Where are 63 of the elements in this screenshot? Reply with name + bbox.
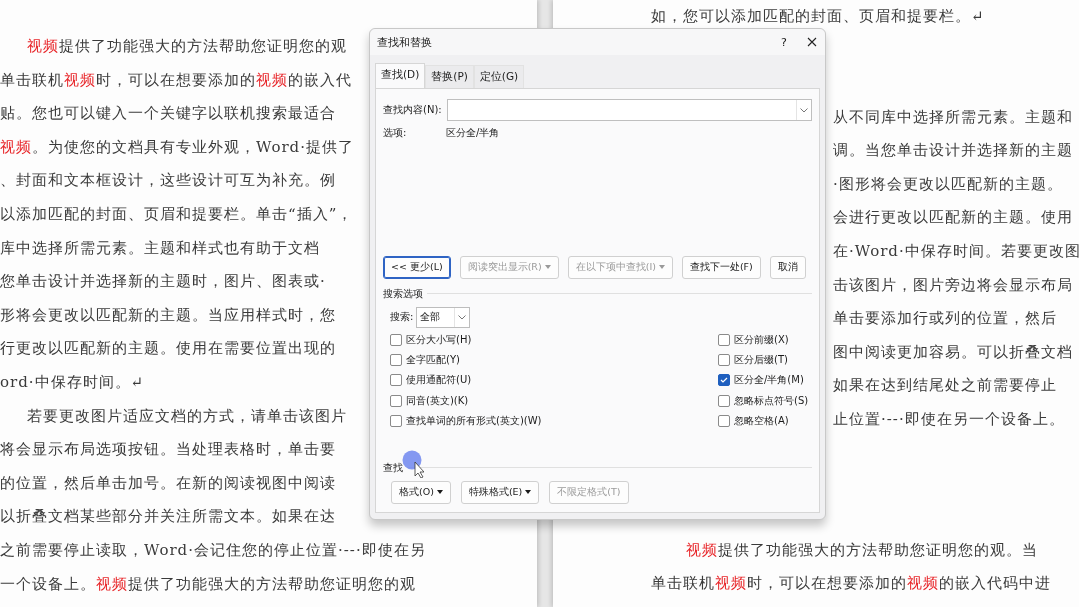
checkbox[interactable]: 区分后缀(T) [718,350,812,371]
document-text-line: 图中阅读更加容易。可以折叠文档 [833,341,1073,363]
document-text-line: 库中选择所需元素。主题和样式也有助于文档 [0,237,320,259]
document-text-line: ord·中保存时间。↵ [0,371,145,393]
document-text-line: 以折叠文档某些部分并关注所需文本。如果在达 [0,506,336,528]
checkbox[interactable]: 全字匹配(Y) [390,350,590,371]
section-title: 搜索选项 [383,286,423,301]
document-text-line: 会进行更改以匹配新的主题。使用 [833,207,1073,229]
document-text-line: 一个设备上。视频提供了功能强大的方法帮助您证明您的观 [0,573,416,595]
checkmark-icon [720,377,728,384]
document-text-line: 如果在达到结尾处之前需要停止 [833,375,1057,397]
document-text-line: 如，您可以添加匹配的封面、页眉和提要栏。↵ [651,6,985,27]
document-text-line: 单击联机视频时，可以在想要添加的视频的嵌入代码中进 [651,573,1051,595]
checkbox[interactable]: 使用通配符(U) [390,370,590,391]
document-text-line: 将会显示布局选项按钮。当处理表格时，单击要 [0,439,336,461]
chevron-down-icon [458,314,467,320]
document-text-line: ·图形将会更改以匹配新的主题。 [833,173,1063,195]
dialog-button[interactable]: 取消 [769,255,806,279]
checkbox[interactable]: 同音(英文)(K) [390,390,590,411]
dialog-title: 查找和替换 [377,34,433,50]
document-text-line: 贴。您也可以键入一个关键字以联机搜索最适合 [0,103,336,125]
format-button[interactable]: 格式(O) [391,481,451,504]
document-text-line: 行更改以匹配新的主题。使用在需要位置出现的 [0,338,336,360]
tab[interactable]: 查找(D) [375,63,426,89]
chevron-down-icon [800,107,808,113]
dialog-button[interactable]: 查找下一处(F) [681,255,761,279]
field-label: 查找内容(N): [383,103,442,117]
close-icon[interactable] [807,37,817,47]
format-button[interactable]: 特殊格式(E) [460,481,540,504]
document-text-line: 在·Word·中保存时间。若要更改图 [833,240,1079,262]
document-text-line: 、封面和文本框设计，这些设计可互为补充。例 [0,170,336,192]
document-text-line: 视频提供了功能强大的方法帮助您证明您的观 [27,36,347,57]
help-button[interactable]: ? [767,35,801,49]
dialog-button[interactable]: << 更少(L) [383,255,451,279]
checkbox[interactable]: 查找单词的所有形式(英文)(W) [390,410,590,432]
document-text-line: 之前需要停止读取，Word·会记住您的停止位置·--·即使在另 [0,539,426,561]
document-text-line: 单击要添加行或列的位置，然后 [833,308,1057,330]
document-text-line: 视频。为使您的文档具有专业外观，Word·提供了 [0,136,354,158]
tab[interactable]: 替换(P) [425,65,474,88]
document-text-line: 您单击设计并选择新的主题时，图片、图表或· [0,271,326,293]
search-direction-select[interactable]: 全部 [416,306,471,328]
tab[interactable]: 定位(G) [473,65,525,88]
options-value: 区分全/半角 [446,126,500,140]
document-text-line: 视频提供了功能强大的方法帮助您证明您的观。当 [686,539,1038,561]
checkbox[interactable]: 忽略空格(A) [718,410,812,432]
checkbox[interactable]: 忽略标点符号(S) [718,390,812,411]
field-label: 搜索: [390,310,414,325]
section-title: 查找 [383,461,403,475]
options-label: 选项: [383,126,408,140]
document-text-line: 击该图片，图片旁边将会显示布局 [833,274,1073,296]
document-text-line: 形将会更改以匹配新的主题。当应用样式时，您 [0,304,336,326]
find-input-field[interactable] [446,99,812,121]
checkbox[interactable]: 区分前缀(X) [718,329,812,351]
document-text-line: 的位置，然后单击加号。在新的阅读视图中阅读 [0,472,336,494]
document-text-line: 若要更改图片适应文档的方式，请单击该图片 [27,405,347,427]
checkbox[interactable]: 区分大小写(H) [390,329,590,351]
document-text-line: 从不同库中选择所需元素。主题和 [833,106,1073,128]
document-text-line: 以添加匹配的封面、页眉和提要栏。单击“插入”， [0,203,354,225]
document-text-line: 调。当您单击设计并选择新的主题 [833,140,1073,162]
document-text-line: 止位置·--·即使在另一个设备上。 [833,408,1065,430]
cursor-icon [402,450,424,478]
checkbox[interactable]: 区分全/半角(M) [718,370,812,391]
document-text-line: 单击联机视频时，可以在想要添加的视频的嵌入代 [0,69,352,91]
